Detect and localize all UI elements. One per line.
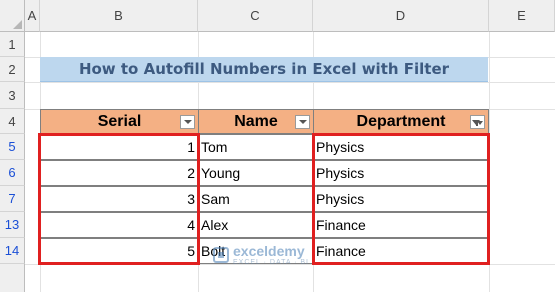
dropdown-arrow-icon (183, 120, 192, 124)
header-name[interactable]: Name (198, 109, 314, 134)
department-cell[interactable]: Finance (313, 212, 489, 238)
gridline (489, 32, 490, 292)
header-department-label: Department (356, 112, 446, 130)
row-header-14[interactable]: 14 (0, 238, 25, 264)
watermark-name: exceldemy (233, 243, 305, 259)
name-cell[interactable]: Young (198, 160, 314, 186)
row-header-2[interactable]: 2 (0, 57, 25, 82)
row-header-13[interactable]: 13 (0, 212, 25, 238)
filter-active-button[interactable] (470, 115, 485, 129)
select-all-corner[interactable] (0, 0, 25, 32)
department-cell[interactable]: Physics (313, 134, 489, 160)
column-header-b[interactable]: B (40, 0, 198, 32)
serial-cell[interactable]: 1 (40, 134, 199, 160)
column-header-c[interactable]: C (198, 0, 313, 32)
sheet-title[interactable]: How to Autofill Numbers in Excel with Fi… (40, 57, 488, 82)
exceldemy-logo-icon (213, 247, 229, 263)
select-all-triangle-icon (13, 20, 22, 29)
serial-cell[interactable]: 2 (40, 160, 199, 186)
column-header-d[interactable]: D (313, 0, 489, 32)
header-department[interactable]: Department (313, 109, 489, 134)
department-cell[interactable]: Finance (313, 238, 489, 264)
watermark-tagline: EXCEL · DATA · BI (233, 259, 309, 266)
filter-dropdown-button[interactable] (295, 115, 310, 129)
name-cell[interactable]: Tom (198, 134, 314, 160)
row-header-3[interactable]: 3 (0, 82, 25, 109)
row-header-4[interactable]: 4 (0, 109, 25, 134)
name-cell[interactable]: Sam (198, 186, 314, 212)
dropdown-arrow-icon (298, 120, 307, 124)
serial-cell[interactable]: 3 (40, 186, 199, 212)
gridline (25, 82, 555, 83)
serial-cell[interactable]: 4 (40, 212, 199, 238)
row-header-6[interactable]: 6 (0, 160, 25, 186)
name-cell[interactable]: Alex (198, 212, 314, 238)
department-cell[interactable]: Physics (313, 186, 489, 212)
row-header-5[interactable]: 5 (0, 134, 25, 160)
header-name-label: Name (234, 112, 278, 130)
row-header-7[interactable]: 7 (0, 186, 25, 212)
serial-cell[interactable]: 5 (40, 238, 199, 264)
row-header-1[interactable]: 1 (0, 32, 25, 57)
header-serial-label: Serial (97, 112, 142, 130)
filter-arrow-icon (477, 121, 483, 125)
column-header-a[interactable]: A (25, 0, 40, 32)
filter-dropdown-button[interactable] (180, 115, 195, 129)
header-serial[interactable]: Serial (40, 109, 199, 134)
row-header-blank (0, 264, 25, 292)
column-header-e[interactable]: E (489, 0, 555, 32)
exceldemy-watermark: exceldemy EXCEL · DATA · BI (213, 244, 309, 266)
department-cell[interactable]: Physics (313, 160, 489, 186)
